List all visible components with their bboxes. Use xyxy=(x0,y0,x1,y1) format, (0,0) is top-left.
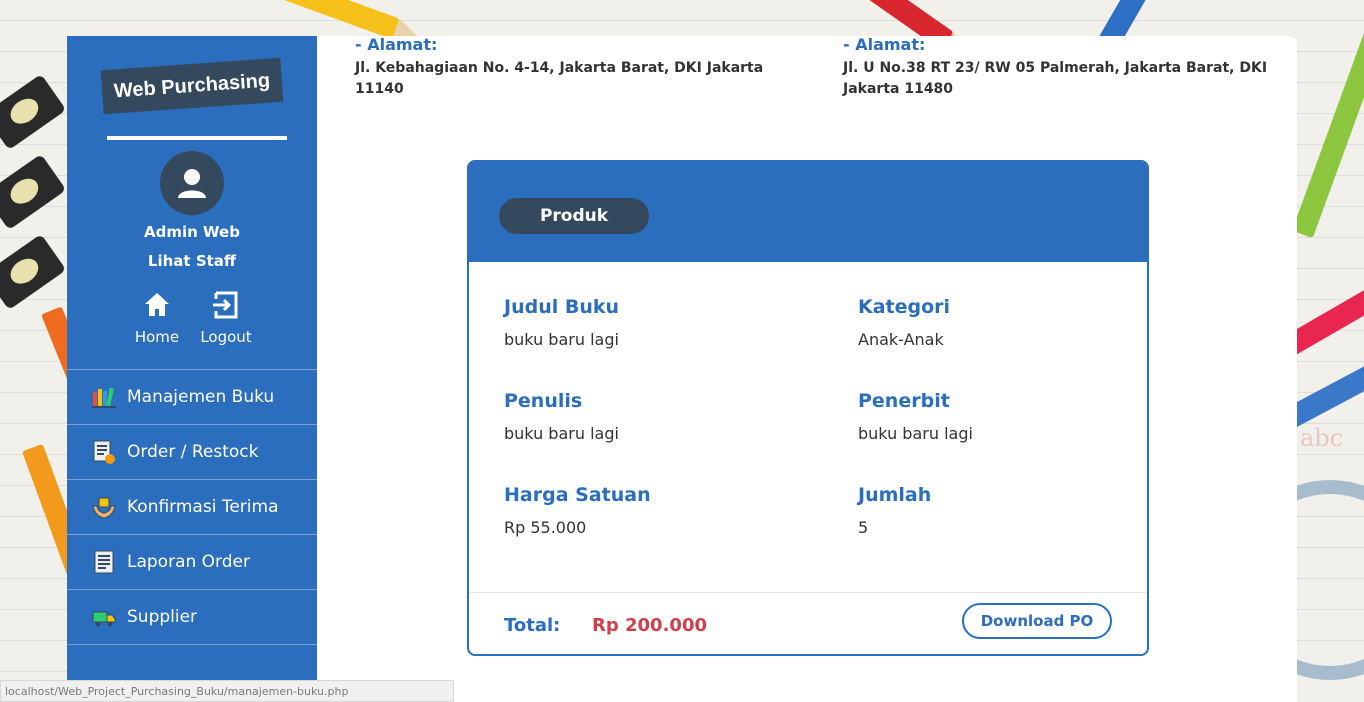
crayon-decoration xyxy=(0,233,67,311)
product-card-footer: Total: Rp 200.000 Download PO xyxy=(469,592,1147,654)
field-label: Judul Buku xyxy=(504,296,620,318)
shipping-address: - Alamat: Jl. U No.38 RT 23/ RW 05 Palme… xyxy=(843,36,1273,100)
sidebar-item-label: Laporan Order xyxy=(127,552,250,572)
address-label: - Alamat: xyxy=(843,35,926,54)
supplier-address: - Alamat: Jl. Kebahagiaan No. 4-14, Jaka… xyxy=(355,36,815,100)
field-jumlah: Jumlah 5 xyxy=(858,484,931,537)
logout-button[interactable]: Logout xyxy=(191,290,261,346)
brand-divider xyxy=(107,136,287,140)
download-po-button[interactable]: Download PO xyxy=(962,603,1112,639)
address-label: - Alamat: xyxy=(355,35,438,54)
background-abc-doodle: abc xyxy=(1300,424,1344,452)
report-icon xyxy=(94,550,114,574)
field-value: Rp 55.000 xyxy=(504,518,587,537)
home-icon xyxy=(145,293,169,316)
avatar xyxy=(160,151,224,215)
order-list-icon xyxy=(93,440,115,464)
sidebar-item-order-restock[interactable]: Order / Restock xyxy=(67,425,317,480)
sidebar-item-label: Order / Restock xyxy=(127,442,259,462)
pencil-decoration xyxy=(1292,23,1364,239)
field-judul-buku: Judul Buku buku baru lagi xyxy=(504,296,619,349)
sidebar-item-konfirmasi-terima[interactable]: Konfirmasi Terima xyxy=(67,480,317,535)
home-label: Home xyxy=(134,328,180,346)
field-value: buku baru lagi xyxy=(858,424,973,443)
field-penerbit: Penerbit buku baru lagi xyxy=(858,390,973,443)
truck-icon xyxy=(92,611,116,627)
brand-logo[interactable]: Web Purchasing xyxy=(100,57,284,115)
field-value: Anak-Anak xyxy=(858,330,944,349)
view-staff-link[interactable]: Lihat Staff xyxy=(67,252,317,270)
crayon-decoration xyxy=(0,73,67,151)
product-heading: Produk xyxy=(499,198,649,234)
field-harga-satuan: Harga Satuan Rp 55.000 xyxy=(504,484,651,537)
field-kategori: Kategori Anak-Anak xyxy=(858,296,950,349)
pencil-decoration xyxy=(260,0,400,40)
browser-status-url: localhost/Web_Project_Purchasing_Buku/ma… xyxy=(0,680,454,702)
sidebar-menu: Manajemen Buku Order / Restock Konfirmas… xyxy=(67,369,317,645)
sidebar: Web Purchasing Admin Web Lihat Staff Hom… xyxy=(67,36,317,702)
field-label: Harga Satuan xyxy=(504,484,651,506)
logout-label: Logout xyxy=(200,328,252,346)
field-label: Penulis xyxy=(504,390,583,412)
field-label: Kategori xyxy=(858,296,951,318)
total-value: Rp 200.000 xyxy=(592,615,707,636)
field-penulis: Penulis buku baru lagi xyxy=(504,390,619,443)
sidebar-item-manajemen-buku[interactable]: Manajemen Buku xyxy=(67,370,317,425)
sidebar-item-supplier[interactable]: Supplier xyxy=(67,590,317,645)
logout-icon xyxy=(213,291,238,319)
address-text: Jl. U No.38 RT 23/ RW 05 Palmerah, Jakar… xyxy=(843,60,1268,97)
field-value: buku baru lagi xyxy=(504,330,619,349)
home-button[interactable]: Home xyxy=(122,290,192,346)
sidebar-item-label: Supplier xyxy=(127,607,198,627)
product-card-header: Produk xyxy=(469,162,1147,262)
field-label: Jumlah xyxy=(858,484,932,506)
field-value: buku baru lagi xyxy=(504,424,619,443)
total-label: Total: xyxy=(504,615,561,636)
sidebar-item-laporan-order[interactable]: Laporan Order xyxy=(67,535,317,590)
field-label: Penerbit xyxy=(858,390,950,412)
sidebar-item-label: Konfirmasi Terima xyxy=(127,497,279,517)
user-icon xyxy=(178,169,206,198)
sidebar-item-label: Manajemen Buku xyxy=(127,387,275,407)
address-text: Jl. Kebahagiaan No. 4-14, Jakarta Barat,… xyxy=(355,60,764,97)
main-panel: - Alamat: Jl. Kebahagiaan No. 4-14, Jaka… xyxy=(317,36,1297,702)
user-name: Admin Web xyxy=(144,223,240,241)
books-icon xyxy=(92,387,116,408)
hands-receive-icon xyxy=(92,497,116,519)
crayon-decoration xyxy=(0,153,67,231)
product-card: Produk Judul Buku buku baru lagi Kategor… xyxy=(467,160,1149,656)
field-value: 5 xyxy=(858,518,869,537)
